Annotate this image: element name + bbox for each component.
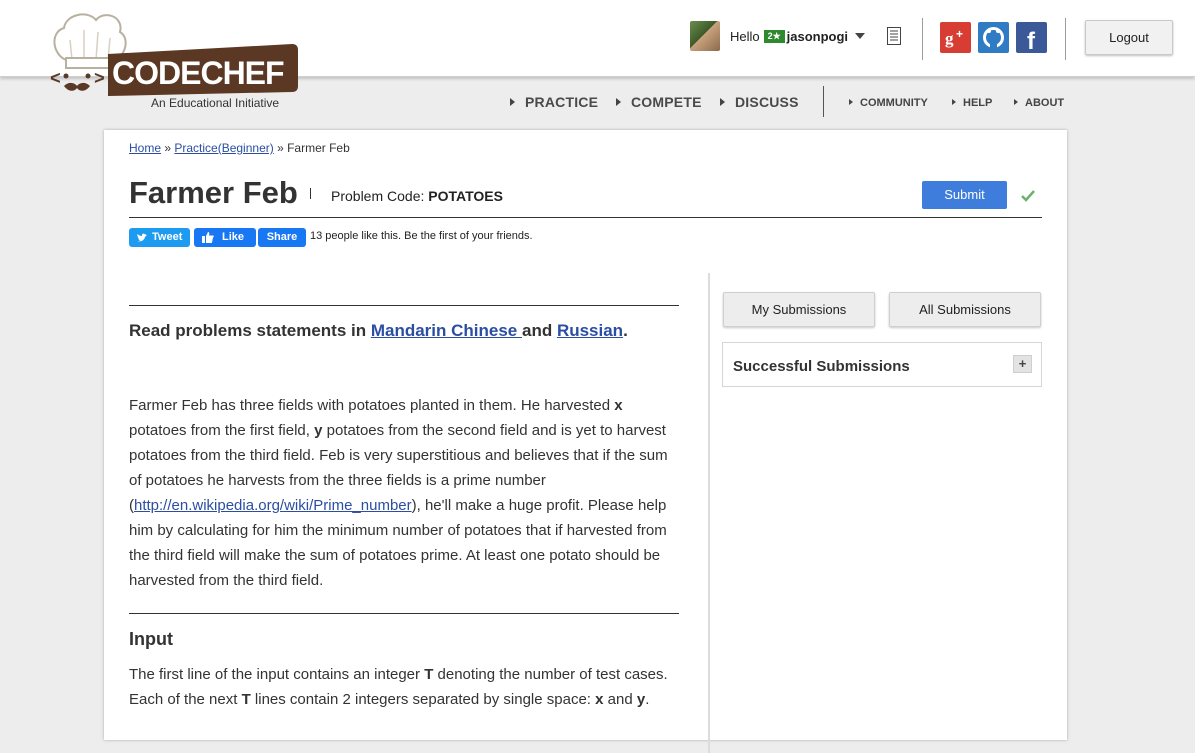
breadcrumb-separator: » bbox=[161, 141, 175, 155]
like-button[interactable]: Like bbox=[194, 228, 256, 247]
facebook-icon[interactable]: f bbox=[1016, 22, 1047, 55]
successful-submissions-panel[interactable]: Successful Submissions + bbox=[722, 342, 1042, 387]
russian-link[interactable]: Russian bbox=[557, 321, 623, 340]
chevron-down-icon[interactable] bbox=[855, 33, 866, 39]
github-icon[interactable] bbox=[978, 22, 1009, 53]
twitter-bird-icon bbox=[137, 233, 147, 242]
translations-prefix: Read problems statements in bbox=[129, 321, 371, 340]
my-submissions-button[interactable]: My Submissions bbox=[723, 292, 875, 327]
statement-text: Farmer Feb has three fields with potatoe… bbox=[129, 397, 615, 414]
nav-discuss[interactable]: DISCUSS bbox=[720, 94, 799, 110]
submit-button[interactable]: Submit bbox=[922, 181, 1007, 209]
codechef-logo[interactable]: < > CODECHEF An Educational Initiative bbox=[44, 10, 304, 112]
share-button[interactable]: Share bbox=[258, 228, 306, 247]
user-menu[interactable]: Hello 2★ jasonpogi bbox=[690, 21, 866, 51]
thumbs-up-icon bbox=[202, 232, 214, 243]
svg-text:CODECHEF: CODECHEF bbox=[112, 55, 284, 91]
triangle-right-icon bbox=[952, 99, 956, 105]
statement-text: potatoes from the first field, bbox=[129, 422, 315, 439]
google-plus-icon[interactable]: g + bbox=[940, 22, 971, 53]
input-text: lines contain 2 integers separated by si… bbox=[250, 691, 596, 708]
statement-paragraph: Farmer Feb has three fields with potatoe… bbox=[129, 393, 679, 593]
column-divider bbox=[708, 273, 710, 753]
title-underline bbox=[129, 217, 1042, 218]
divider bbox=[129, 305, 679, 306]
breadcrumb: Home » Practice(Beginner) » Farmer Feb bbox=[129, 141, 350, 155]
tweet-label: Tweet bbox=[152, 231, 183, 243]
var-x: x bbox=[614, 397, 623, 414]
greeting: Hello bbox=[730, 28, 760, 44]
nav-practice-label: PRACTICE bbox=[525, 94, 599, 110]
plus-icon[interactable]: + bbox=[1013, 355, 1032, 373]
triangle-right-icon bbox=[616, 98, 621, 106]
check-icon bbox=[1021, 190, 1035, 202]
like-label: Like bbox=[222, 231, 245, 243]
translations-period: . bbox=[623, 321, 628, 340]
svg-text:>: > bbox=[94, 70, 105, 90]
problem-code-value: POTATOES bbox=[428, 188, 503, 204]
nav-compete[interactable]: COMPETE bbox=[616, 94, 702, 110]
rating-badge: 2★ bbox=[763, 29, 785, 43]
nav-help-label: HELP bbox=[963, 97, 993, 109]
chef-hat-logo: < > CODECHEF An Educational Initiative bbox=[50, 13, 298, 110]
nav-community-label: COMMUNITY bbox=[860, 97, 928, 109]
input-text: and bbox=[603, 691, 637, 708]
wikipedia-prime-link[interactable]: http://en.wikipedia.org/wiki/Prime_numbe… bbox=[134, 497, 412, 514]
tweet-button[interactable]: Tweet bbox=[129, 228, 190, 247]
problem-code-label: Problem Code: bbox=[331, 188, 429, 204]
notes-icon[interactable] bbox=[887, 27, 901, 45]
input-heading: Input bbox=[129, 629, 173, 649]
svg-text:An Educational Initiative: An Educational Initiative bbox=[151, 96, 279, 110]
triangle-right-icon bbox=[510, 98, 515, 106]
var-T: T bbox=[241, 691, 251, 708]
divider bbox=[823, 86, 824, 117]
divider bbox=[922, 18, 923, 60]
all-submissions-button[interactable]: All Submissions bbox=[889, 292, 1041, 327]
input-text: The first line of the input contains an … bbox=[129, 666, 425, 683]
nav-about-label: ABOUT bbox=[1025, 97, 1065, 109]
svg-text:f: f bbox=[1027, 28, 1036, 53]
breadcrumb-practice[interactable]: Practice(Beginner) bbox=[174, 141, 273, 155]
breadcrumb-current: Farmer Feb bbox=[287, 141, 350, 155]
nav-discuss-label: DISCUSS bbox=[735, 94, 799, 110]
translations-heading: Read problems statements in Mandarin Chi… bbox=[129, 321, 679, 341]
logout-button[interactable]: Logout bbox=[1085, 20, 1173, 55]
var-y: y bbox=[636, 691, 646, 708]
svg-text:+: + bbox=[956, 27, 963, 41]
problem-code: Problem Code: POTATOES bbox=[331, 188, 503, 204]
nav-compete-label: COMPETE bbox=[631, 94, 702, 110]
divider bbox=[310, 188, 311, 199]
input-text: . bbox=[645, 691, 650, 708]
problem-card: Home » Practice(Beginner) » Farmer Feb F… bbox=[104, 130, 1067, 753]
triangle-right-icon bbox=[1014, 99, 1018, 105]
avatar[interactable] bbox=[690, 21, 720, 51]
breadcrumb-separator: » bbox=[273, 141, 288, 155]
successful-submissions-label: Successful Submissions bbox=[733, 358, 910, 375]
input-paragraph: The first line of the input contains an … bbox=[129, 662, 679, 712]
page-title: Farmer Feb bbox=[129, 175, 298, 210]
nav-practice[interactable]: PRACTICE bbox=[510, 94, 598, 110]
problem-statement: Read problems statements in Mandarin Chi… bbox=[129, 305, 679, 712]
likes-count-text: 13 people like this. Be the first of you… bbox=[310, 230, 533, 242]
svg-text:g: g bbox=[945, 29, 954, 48]
divider bbox=[1065, 18, 1066, 60]
translations-and: and bbox=[521, 321, 557, 340]
svg-text:<: < bbox=[50, 70, 61, 90]
nav-help[interactable]: HELP bbox=[952, 97, 992, 109]
triangle-right-icon bbox=[849, 99, 853, 105]
mandarin-link[interactable]: Mandarin Chinese bbox=[371, 321, 522, 340]
nav-about[interactable]: ABOUT bbox=[1014, 97, 1064, 109]
username[interactable]: jasonpogi bbox=[787, 29, 848, 44]
triangle-right-icon bbox=[720, 98, 725, 106]
divider bbox=[129, 613, 679, 614]
nav-community[interactable]: COMMUNITY bbox=[849, 97, 928, 109]
var-T: T bbox=[424, 666, 434, 683]
breadcrumb-home[interactable]: Home bbox=[129, 141, 161, 155]
